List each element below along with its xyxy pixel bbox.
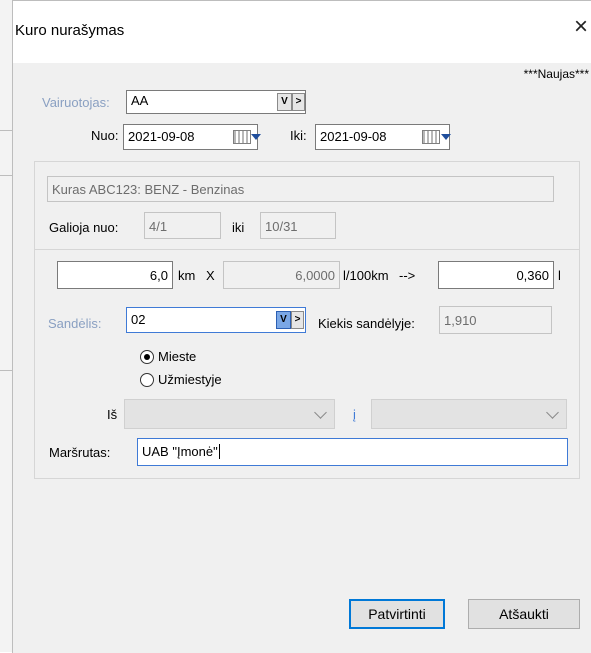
route-label: Maršrutas: — [49, 445, 111, 460]
background-divider — [0, 130, 12, 131]
route-input[interactable]: UAB "Įmonė" — [137, 438, 568, 466]
dropdown-arrow-icon[interactable] — [441, 134, 451, 140]
warehouse-next-button[interactable]: > — [291, 311, 304, 329]
calendar-icon[interactable] — [233, 130, 251, 144]
radio-out-of-city-label: Užmiestyje — [158, 372, 222, 387]
warehouse-picker-button[interactable]: V — [276, 311, 291, 329]
distance-value: 6,0 — [149, 268, 168, 283]
route-to-label: į — [353, 407, 356, 422]
route-value: UAB "Įmonė" — [142, 444, 218, 459]
cancel-button[interactable]: Atšaukti — [468, 599, 580, 629]
route-to-select[interactable] — [371, 399, 567, 429]
confirm-button[interactable]: Patvirtinti — [349, 599, 445, 629]
chevron-down-icon — [546, 406, 559, 419]
driver-next-button[interactable]: > — [292, 93, 305, 111]
warehouse-label: Sandėlis: — [48, 316, 102, 331]
chevron-down-icon — [314, 406, 327, 419]
consumption-rate-value: 6,0000 — [295, 268, 335, 283]
valid-from-field: 4/1 — [144, 212, 221, 239]
valid-to-label: iki — [232, 220, 245, 235]
new-record-status: ***Naujas*** — [523, 67, 589, 81]
driver-picker-button[interactable]: V — [277, 93, 292, 111]
group-separator — [35, 249, 579, 250]
dropdown-arrow-icon[interactable] — [251, 134, 261, 140]
fuel-writeoff-dialog: Kuro nurašymas × ***Naujas*** Vairuotoja… — [12, 0, 591, 653]
stock-value: 1,910 — [444, 313, 477, 328]
result-arrow: --> — [399, 268, 416, 283]
title-bar: Kuro nurašymas × — [13, 1, 591, 63]
warehouse-value: 02 — [131, 312, 146, 327]
fuel-description: Kuras ABC123: BENZ - Benzinas — [52, 182, 245, 197]
radio-in-city-label: Mieste — [158, 349, 197, 364]
valid-from-label: Galioja nuo: — [49, 220, 119, 235]
valid-from-value: 4/1 — [149, 219, 168, 234]
date-to-value: 2021-09-08 — [320, 129, 387, 144]
fuel-amount-input[interactable]: 0,360 — [438, 261, 554, 289]
valid-to-field: 10/31 — [260, 212, 336, 239]
distance-input[interactable]: 6,0 — [57, 261, 173, 289]
calendar-icon[interactable] — [422, 130, 440, 144]
driver-label: Vairuotojas: — [42, 95, 110, 110]
stock-field: 1,910 — [439, 306, 552, 334]
fuel-description-field: Kuras ABC123: BENZ - Benzinas — [47, 176, 554, 202]
driver-value: AA — [131, 93, 149, 108]
route-from-select[interactable] — [124, 399, 335, 429]
route-from-label: Iš — [107, 407, 118, 422]
stock-label: Kiekis sandėlyje: — [318, 316, 415, 331]
dialog-title: Kuro nurašymas — [15, 22, 125, 39]
times-sign: X — [206, 268, 215, 283]
fuel-amount-unit: l — [558, 268, 561, 283]
date-from-label: Nuo: — [91, 128, 119, 143]
distance-unit: km — [178, 268, 196, 283]
radio-button[interactable] — [140, 350, 154, 364]
fuel-amount-value: 0,360 — [516, 268, 549, 283]
background-divider — [0, 175, 12, 176]
background-divider — [0, 370, 12, 371]
close-icon[interactable]: × — [574, 15, 588, 39]
date-to-label: Iki: — [290, 128, 307, 143]
date-from-value: 2021-09-08 — [128, 129, 195, 144]
rate-unit: l/100km — [343, 268, 389, 283]
consumption-rate-field: 6,0000 — [223, 261, 340, 289]
radio-button[interactable] — [140, 373, 154, 387]
valid-to-value: 10/31 — [265, 219, 298, 234]
